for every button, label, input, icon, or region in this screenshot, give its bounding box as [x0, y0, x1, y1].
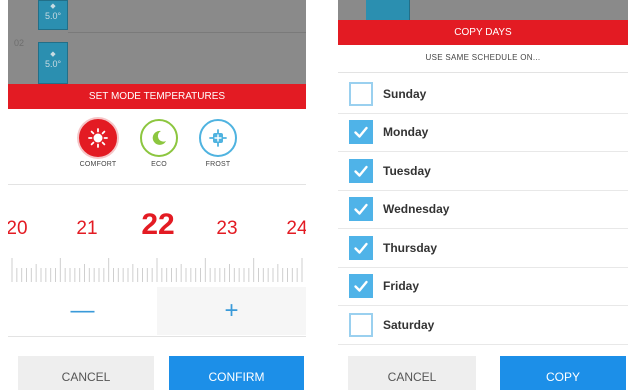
increase-temperature-button[interactable]: +	[157, 287, 306, 335]
day-label: Tuesday	[383, 163, 431, 178]
checkmark-icon	[354, 281, 368, 292]
schedule-block-value: 5.0°	[44, 11, 62, 21]
set-mode-temperatures-panel: 02 ◆ 5.0° ◆ 5.0° SET MODE TEMPERATURES C…	[8, 0, 306, 390]
temperature-option[interactable]: 23	[212, 218, 242, 240]
day-row-tuesday[interactable]: Tuesday	[338, 152, 628, 191]
schedule-divider	[68, 32, 306, 33]
copy-days-header: COPY DAYS	[338, 20, 628, 45]
schedule-block[interactable]: ◆ 5.0°	[38, 42, 68, 84]
schedule-block-value: 5.0°	[44, 59, 62, 69]
day-label: Saturday	[383, 317, 435, 332]
day-row-saturday[interactable]: Saturday	[338, 306, 628, 345]
day-checkbox[interactable]	[349, 274, 373, 299]
schedule-block[interactable]: ◆ 5.0°	[38, 0, 68, 30]
mode-frost-button[interactable]: FROST	[188, 119, 248, 168]
mode-comfort-circle[interactable]	[79, 119, 117, 157]
day-label: Thursday	[383, 240, 438, 255]
confirm-button[interactable]: CONFIRM	[169, 356, 304, 390]
temperature-selected[interactable]: 22	[138, 208, 178, 242]
day-checkbox[interactable]	[349, 235, 373, 260]
checkmark-icon	[354, 127, 368, 138]
day-label: Monday	[383, 125, 429, 140]
copy-days-panel: COPY DAYS USE SAME SCHEDULE ON... Sunday…	[338, 0, 628, 390]
copy-button[interactable]: COPY	[500, 356, 626, 390]
day-row-monday[interactable]: Monday	[338, 114, 628, 152]
day-row-friday[interactable]: Friday	[338, 268, 628, 306]
day-checkbox[interactable]	[349, 81, 373, 106]
moon-icon	[152, 130, 166, 145]
day-checkbox[interactable]	[349, 312, 373, 337]
mode-eco-circle[interactable]	[140, 119, 178, 157]
temperature-ruler-slider[interactable]	[8, 252, 306, 286]
section-divider	[338, 72, 628, 73]
set-mode-temperatures-header: SET MODE TEMPERATURES	[8, 84, 306, 109]
day-row-wednesday[interactable]: Wednesday	[338, 191, 628, 229]
snowflake-icon	[209, 129, 227, 147]
cancel-button[interactable]: CANCEL	[18, 356, 154, 390]
copy-days-subtitle: USE SAME SCHEDULE ON...	[425, 53, 541, 62]
diamond-icon: ◆	[50, 3, 56, 10]
checkmark-icon	[354, 165, 368, 177]
mode-eco-button[interactable]: ECO	[129, 119, 189, 168]
day-row-sunday[interactable]: Sunday	[338, 75, 628, 114]
section-divider	[8, 336, 306, 337]
day-row-thursday[interactable]: Thursday	[338, 229, 628, 268]
checkmark-icon	[354, 242, 368, 254]
day-list: Sunday Monday Tuesday Wednesday Thursday…	[338, 75, 628, 345]
mode-eco-label: ECO	[151, 161, 167, 168]
mode-comfort-button[interactable]: COMFORT	[68, 119, 128, 168]
temperature-option[interactable]: 24	[282, 218, 306, 240]
temperature-option[interactable]: 21	[72, 218, 102, 240]
checkmark-icon	[354, 204, 368, 215]
schedule-row-label: 02	[14, 38, 25, 48]
day-label: Wednesday	[383, 202, 450, 217]
mode-frost-circle[interactable]	[199, 119, 237, 157]
day-checkbox[interactable]	[349, 197, 373, 222]
sun-icon	[88, 128, 108, 148]
day-checkbox[interactable]	[349, 120, 373, 145]
day-label: Sunday	[383, 86, 427, 101]
mode-comfort-label: COMFORT	[79, 161, 117, 168]
day-label: Friday	[383, 279, 420, 294]
mode-frost-label: FROST	[205, 161, 231, 168]
section-divider	[8, 184, 306, 185]
diamond-icon: ◆	[50, 51, 56, 58]
day-checkbox[interactable]	[349, 158, 373, 183]
cancel-button[interactable]: CANCEL	[348, 356, 476, 390]
temperature-option[interactable]: 20	[8, 218, 32, 240]
schedule-block	[366, 0, 410, 20]
decrease-temperature-button[interactable]: —	[8, 287, 157, 335]
